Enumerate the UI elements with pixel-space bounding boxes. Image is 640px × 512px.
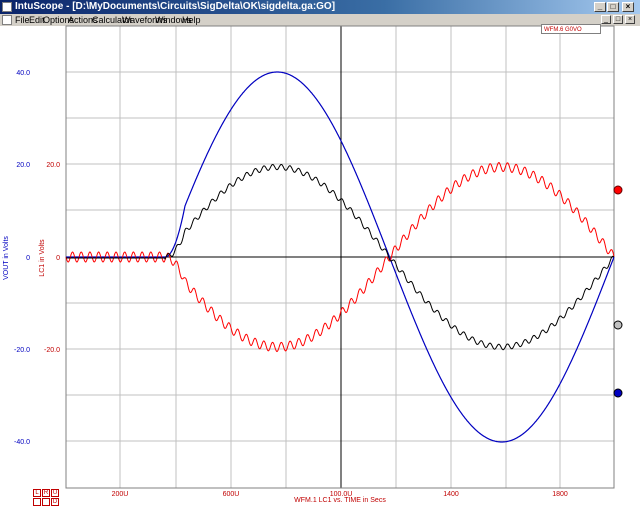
waveform-legend[interactable]: WFM.6 G0VO xyxy=(541,24,601,34)
x-axis-title: WFM.1 LC1 vs. TIME in Secs xyxy=(294,497,386,504)
zoom-left-button[interactable]: L xyxy=(33,489,41,497)
x-tick: 600U xyxy=(223,491,240,498)
right-axis-title: LC1 in Volts xyxy=(39,239,46,277)
zoom-box-2[interactable] xyxy=(42,498,50,506)
zoom-right-button[interactable]: R xyxy=(42,489,50,497)
tick-labels: 40.020.00-20.0-40.020.00-20.0200U 600U 100… xyxy=(14,70,568,498)
plot-area[interactable]: 40.020.00-20.0-40.020.00-20.0200U 600U 100… xyxy=(0,0,640,512)
x-tick: 1800 xyxy=(552,491,568,498)
y-tick-blue: -40.0 xyxy=(14,439,30,446)
x-tick: 1400 xyxy=(443,491,459,498)
x-tick: 200U xyxy=(112,491,129,498)
y-tick-red: -20.0 xyxy=(44,347,60,354)
vout-marker xyxy=(613,388,623,398)
y-tick-blue: 40.0 xyxy=(16,70,30,77)
zoom-up-button[interactable]: U xyxy=(51,489,59,497)
zoom-down-button[interactable]: D xyxy=(51,498,59,506)
y-tick-blue: 20.0 xyxy=(16,162,30,169)
y-tick-blue: 0 xyxy=(26,255,30,262)
y-tick-blue: -20.0 xyxy=(14,347,30,354)
left-axis-title: VOUT in Volts xyxy=(3,236,10,280)
y-tick-red: 0 xyxy=(56,255,60,262)
filtered-marker xyxy=(613,320,623,330)
y-tick-red: 20.0 xyxy=(46,162,60,169)
lc1-marker xyxy=(613,185,623,195)
zoom-box-1[interactable] xyxy=(33,498,41,506)
zoom-buttons: L R U D xyxy=(33,489,61,507)
